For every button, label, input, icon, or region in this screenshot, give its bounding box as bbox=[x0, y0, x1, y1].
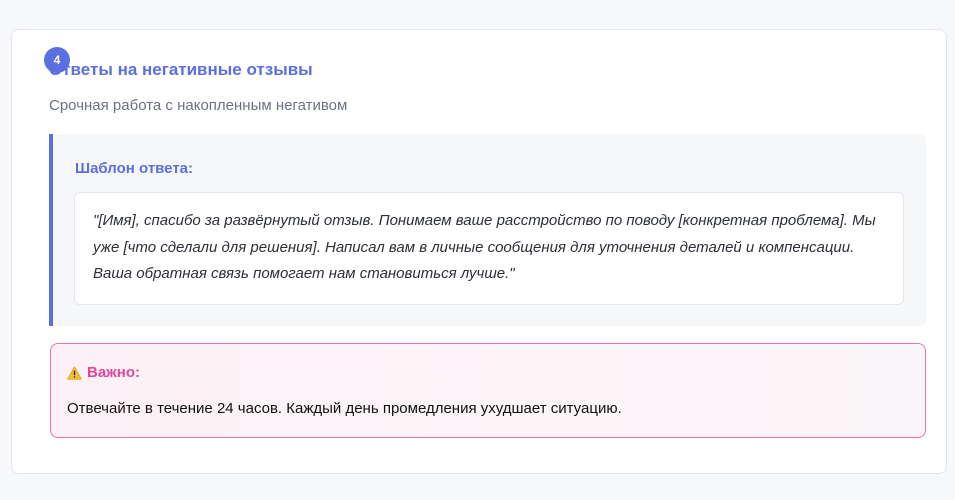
template-text: "[Имя], спасибо за развёрнутый отзыв. По… bbox=[93, 212, 876, 282]
template-text-box: "[Имя], спасибо за развёрнутый отзыв. По… bbox=[74, 192, 904, 305]
important-notice-text: Отвечайте в течение 24 часов. Каждый ден… bbox=[67, 400, 622, 417]
warning-icon bbox=[67, 365, 82, 380]
response-template-block: Шаблон ответа: "[Имя], спасибо за развёр… bbox=[49, 134, 926, 326]
card-title: Ответы на негативные отзывы bbox=[49, 60, 313, 79]
page: 4 Ответы на негативные отзывы Срочная ра… bbox=[0, 0, 955, 500]
card-subtitle: Срочная работа с накопленным негативом bbox=[49, 97, 348, 114]
important-notice-label: Важно: bbox=[87, 364, 141, 381]
important-notice: Важно: Отвечайте в течение 24 часов. Каж… bbox=[50, 343, 926, 438]
step-card: 4 Ответы на негативные отзывы Срочная ра… bbox=[11, 29, 947, 474]
template-label: Шаблон ответа: bbox=[75, 160, 194, 177]
important-notice-title: Важно: bbox=[67, 364, 140, 381]
